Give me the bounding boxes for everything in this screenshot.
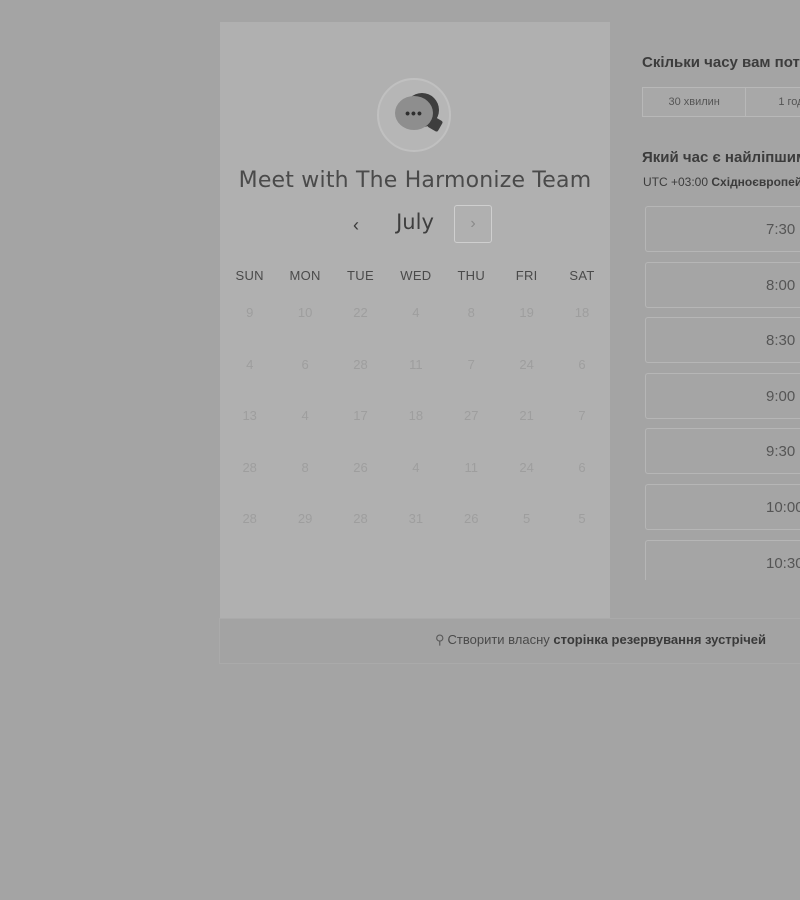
weekday-header: SUN MON TUE WED THU FRI SAT — [222, 268, 610, 283]
calendar-week-row: 28 8 26 4 11 24 6 — [222, 453, 610, 505]
weekday-label: SAT — [569, 268, 595, 283]
chat-bubble-icon: ••• — [395, 96, 433, 130]
calendar-day: 11 — [409, 356, 423, 372]
footer-text-bold: сторінка резервування зустрічей — [553, 632, 766, 647]
booking-page: ••• Meet with The Harmonize Team ‹ July … — [0, 0, 800, 900]
calendar-day: 28 — [353, 356, 368, 372]
calendar-day: 18 — [574, 305, 590, 320]
calendar-day: 5 — [578, 511, 586, 526]
time-slot-label: 9:00 — [766, 387, 796, 405]
timezone-label[interactable]: UTC +03:00 Східноєвропейський час — [643, 175, 800, 189]
calendar-day: 29 — [297, 511, 313, 526]
month-navigation: ‹ July › — [220, 204, 610, 246]
time-slot-label: 8:00 — [766, 276, 796, 294]
calendar-week-row: 4 6 28 11 7 24 6 — [222, 350, 610, 402]
team-avatar: ••• — [377, 78, 451, 152]
calendar-day: 6 — [578, 459, 586, 475]
prev-month-button[interactable]: ‹ — [342, 208, 370, 242]
weekday-label: WED — [400, 268, 432, 283]
calendar-day: 10 — [297, 305, 313, 320]
time-slot-button[interactable]: 8:00 — [645, 261, 800, 308]
calendar-day: 28 — [353, 511, 368, 526]
calendar-day: 24 — [519, 356, 534, 372]
calendar-day: 27 — [464, 408, 479, 423]
calendar-grid: 9 10 22 4 8 19 18 4 6 28 11 7 24 6 13 4 … — [222, 298, 610, 556]
time-question: Який час є найліпшим? — [642, 149, 800, 166]
calendar-day: 6 — [301, 356, 309, 372]
duration-selector: 30 хвилин 1 година — [642, 87, 800, 117]
calendar-day: 21 — [519, 408, 534, 423]
weekday-label: FRI — [515, 268, 538, 283]
calendar-day: 7 — [467, 356, 475, 372]
calendar-week-row: 9 10 22 4 8 19 18 — [222, 298, 610, 350]
calendar-day: 28 — [242, 511, 257, 526]
time-slot-label: 7:30 — [766, 221, 796, 238]
calendar-week-row: 13 4 17 18 27 21 7 — [222, 401, 610, 453]
calendar-day: 9 — [246, 305, 254, 320]
create-booking-page-link[interactable]: ⚲ Створити власну сторінка резервування з… — [435, 632, 766, 648]
time-slot-button[interactable]: 7:30 — [645, 206, 800, 252]
time-slot-button[interactable]: 10:00 — [645, 483, 800, 530]
footer-bar: ⚲ Створити власну сторінка резервування з… — [219, 618, 800, 664]
calendar-day: 26 — [464, 511, 479, 526]
calendar-day: 7 — [578, 408, 586, 423]
duration-option-30[interactable]: 30 хвилин — [643, 88, 747, 116]
calendar-day: 4 — [412, 305, 420, 320]
footer-text-prefix: Створити власну — [447, 632, 550, 647]
duration-option-60[interactable]: 1 година — [746, 88, 800, 116]
time-slot-label: 10:30 — [766, 554, 800, 572]
calendar-day: 19 — [519, 305, 534, 320]
calendar-day: 11 — [464, 459, 479, 475]
calendar-day: 17 — [353, 408, 368, 423]
calendar-panel: ••• Meet with The Harmonize Team ‹ July … — [220, 22, 610, 618]
calendar-day: 4 — [412, 459, 420, 475]
time-slot-list: 7:30 8:00 8:30 9:00 9:30 10:00 10:30 — [645, 206, 800, 580]
calendar-day: 24 — [519, 459, 534, 475]
calendar-day: 4 — [246, 356, 254, 372]
calendar-day: 8 — [301, 459, 309, 475]
calendar-day: 8 — [467, 305, 475, 320]
weekday-label: SUN — [235, 268, 264, 283]
sprocket-icon: ⚲ — [435, 632, 445, 647]
time-slot-label: 9:30 — [766, 443, 796, 461]
calendar-day: 4 — [301, 408, 309, 423]
duration-question: Скільки часу вам потрібно? — [642, 54, 800, 71]
weekday-label: THU — [457, 268, 486, 283]
month-label: July — [396, 210, 434, 234]
timezone-offset: UTC +03:00 — [643, 175, 709, 189]
calendar-day: 22 — [353, 305, 368, 320]
timezone-name: Східноєвропейський час — [711, 175, 800, 189]
weekday-label: MON — [289, 268, 321, 283]
calendar-day: 26 — [353, 459, 368, 475]
calendar-day: 31 — [408, 511, 424, 526]
time-slot-button[interactable]: 8:30 — [645, 317, 800, 364]
weekday-label: TUE — [347, 268, 374, 283]
calendar-day: 18 — [408, 408, 424, 423]
calendar-day: 5 — [523, 511, 531, 526]
time-slot-button[interactable]: 9:00 — [645, 372, 800, 419]
next-month-button[interactable]: › — [454, 205, 492, 243]
time-slot-label: 10:00 — [766, 498, 800, 516]
calendar-week-row: 28 29 28 31 26 5 5 — [222, 504, 610, 556]
time-slot-label: 8:30 — [766, 332, 796, 350]
time-slot-button[interactable]: 10:30 — [645, 539, 800, 580]
calendar-day: 13 — [242, 408, 257, 423]
calendar-day: 6 — [578, 356, 586, 372]
calendar-day: 28 — [242, 459, 257, 475]
page-title: Meet with The Harmonize Team — [238, 168, 592, 193]
time-slot-button[interactable]: 9:30 — [645, 428, 800, 475]
